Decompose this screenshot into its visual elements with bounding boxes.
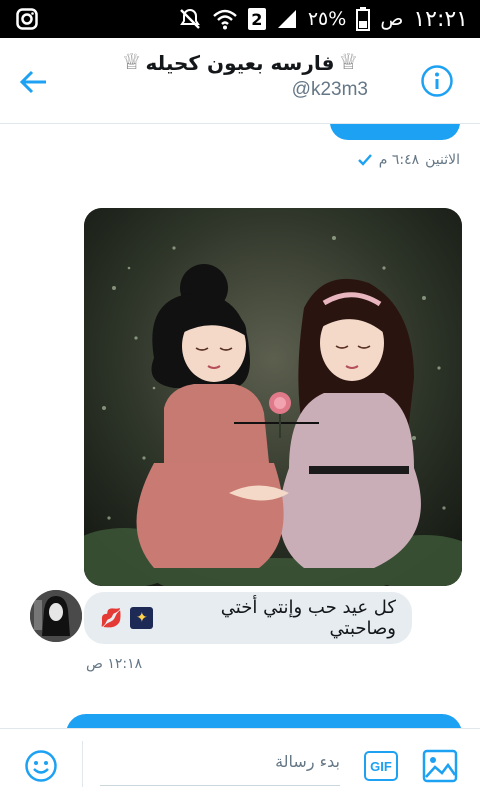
received-message-time: ١٢:١٨ ص — [86, 656, 143, 672]
composer-divider — [82, 741, 83, 787]
conversation-title[interactable]: ♕ فارسه بعيون كحيله ♕ @k23m3 — [90, 50, 390, 101]
status-am-pm: ص — [380, 8, 404, 30]
emoji-icon[interactable] — [24, 749, 58, 783]
sent-time: ٦:٤٨ م — [378, 152, 420, 168]
contact-name-row: ♕ فارسه بعيون كحيله ♕ — [122, 50, 358, 75]
image-icon[interactable] — [422, 749, 458, 783]
image-message[interactable] — [84, 208, 462, 586]
sent-message-bubble[interactable] — [330, 124, 460, 140]
wifi-icon — [212, 8, 238, 30]
contact-name: فارسه بعيون كحيله — [145, 50, 335, 75]
signal-icon — [276, 8, 298, 30]
message-composer: GIF — [0, 728, 480, 800]
received-message-bubble[interactable]: 💋 ✦ كل عيد حب وإنتي أختي وصاحبتي — [84, 592, 412, 644]
mute-icon — [178, 7, 202, 31]
gif-button[interactable]: GIF — [364, 751, 398, 781]
sent-message-bubble[interactable] — [66, 714, 462, 728]
sent-message-meta: الاثنين ٦:٤٨ م — [357, 152, 460, 168]
back-arrow-icon[interactable] — [16, 64, 52, 100]
battery-percent: ٢٥% — [307, 8, 347, 30]
status-time: ١٢:٢١ — [413, 6, 468, 32]
crown-icon: ♕ — [338, 50, 359, 75]
received-message-text: كل عيد حب وإنتي أختي وصاحبتي — [220, 597, 396, 639]
contact-handle: @k23m3 — [291, 79, 368, 100]
illustration-two-girls — [84, 208, 462, 586]
input-underline — [100, 785, 340, 786]
crown-icon: ♕ — [121, 50, 142, 75]
instagram-icon — [16, 8, 38, 34]
message-input[interactable] — [100, 743, 340, 779]
conversation-header: ♕ فارسه بعيون كحيله ♕ @k23m3 — [0, 38, 480, 124]
message-list[interactable]: الاثنين ٦:٤٨ م 💋 ✦ كل عيد حب وإنتي أختي … — [0, 124, 480, 728]
avatar[interactable] — [30, 590, 82, 642]
check-icon — [357, 153, 373, 167]
battery-icon — [356, 7, 371, 31]
night-sky-emoji: ✦ — [130, 607, 154, 629]
info-icon[interactable] — [420, 64, 454, 98]
sim-badge: 2 — [247, 8, 266, 30]
kiss-lips-emoji: 💋 — [100, 607, 123, 629]
sent-day: الاثنين — [425, 152, 460, 168]
status-bar: 2 ٢٥% ص ١٢:٢١ — [0, 0, 480, 38]
